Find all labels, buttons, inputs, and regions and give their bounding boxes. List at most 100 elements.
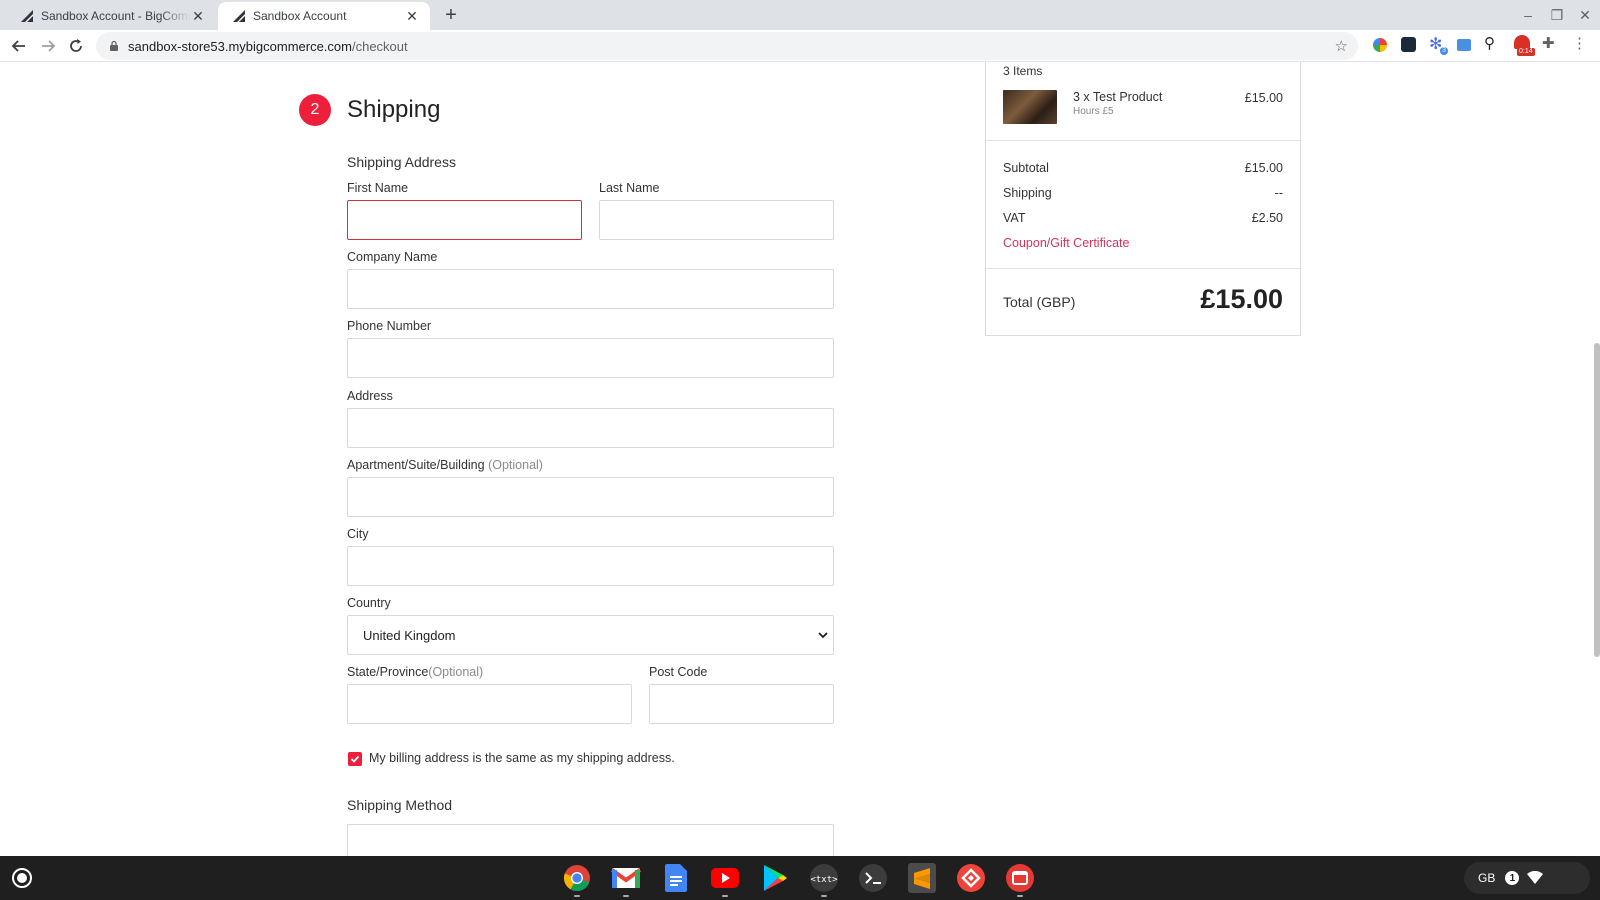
wifi-icon xyxy=(1527,871,1544,884)
state-label-text: State/Province xyxy=(347,665,429,679)
apartment-label-text: Apartment/Suite/Building xyxy=(347,458,485,472)
checkmark-icon xyxy=(350,755,360,763)
page-scrollbar[interactable] xyxy=(1594,343,1600,657)
address-bar[interactable]: sandbox-store53.mybigcommerce.com/checko… xyxy=(96,32,1358,60)
shipping-cost-value: -- xyxy=(1274,186,1283,200)
state-input[interactable] xyxy=(347,684,632,724)
country-select[interactable]: United Kingdom xyxy=(347,615,834,655)
recorder-timer-badge: 0:14 xyxy=(1517,48,1535,56)
bigcommerce-favicon-icon xyxy=(21,10,33,22)
extension-badge-count: 3 xyxy=(1440,47,1448,55)
bigcommerce-favicon-icon xyxy=(233,10,245,22)
extensions-puzzle-icon[interactable]: ✚ xyxy=(1542,34,1560,52)
running-indicator xyxy=(722,895,728,897)
terminal-icon[interactable] xyxy=(857,862,889,894)
subtotal-label: Subtotal xyxy=(1003,161,1049,175)
tab-bigcommerce[interactable]: Sandbox Account - BigCommerce ✕ xyxy=(6,2,216,30)
tab-close-icon[interactable]: ✕ xyxy=(190,8,206,25)
phone-number-label: Phone Number xyxy=(347,319,432,333)
running-indicator xyxy=(1017,895,1023,897)
minimize-icon[interactable]: – xyxy=(1519,6,1537,24)
tab-sandbox-account[interactable]: Sandbox Account ✕ xyxy=(218,2,430,30)
company-name-label: Company Name xyxy=(347,250,438,264)
keyboard-layout-indicator: GB xyxy=(1478,871,1496,885)
lock-icon xyxy=(110,40,118,51)
svg-text:<txt>: <txt> xyxy=(810,875,838,885)
text-editor-icon[interactable]: <txt> xyxy=(808,862,840,894)
running-indicator xyxy=(623,895,629,897)
back-arrow-icon[interactable] xyxy=(8,35,30,57)
apartment-label: Apartment/Suite/Building (Optional) xyxy=(347,458,543,472)
screen-capture-extension-icon[interactable] xyxy=(1401,37,1416,52)
summary-divider xyxy=(986,268,1300,269)
billing-same-checkbox[interactable] xyxy=(348,752,362,766)
gmail-icon[interactable] xyxy=(610,862,642,894)
optional-hint: (Optional) xyxy=(428,665,484,679)
chevron-down-icon xyxy=(818,632,828,639)
bookmark-star-icon[interactable]: ☆ xyxy=(1335,37,1348,55)
items-count: 3 Items xyxy=(1003,64,1043,78)
docs-icon[interactable] xyxy=(660,862,692,894)
tab-title: Sandbox Account - BigCommerce xyxy=(41,9,190,23)
post-code-label: Post Code xyxy=(649,665,708,679)
tab-title: Sandbox Account xyxy=(253,9,347,23)
step-title: Shipping xyxy=(347,96,441,123)
product-name: 3 x Test Product xyxy=(1073,90,1163,104)
color-picker-extension-icon[interactable] xyxy=(1373,38,1387,52)
browser-toolbar: sandbox-store53.mybigcommerce.com/checko… xyxy=(0,30,1600,62)
url-path: /checkout xyxy=(351,38,408,54)
system-shelf: <txt> GB 1 xyxy=(0,856,1600,900)
running-indicator xyxy=(821,895,827,897)
shipping-method-heading: Shipping Method xyxy=(347,797,453,813)
screen-recorder-icon[interactable] xyxy=(1004,862,1036,894)
summary-divider xyxy=(986,140,1300,141)
country-label: Country xyxy=(347,596,391,610)
order-summary: 3 Items 3 x Test Product Hours £5 £15.00… xyxy=(985,62,1301,336)
address-input[interactable] xyxy=(347,408,834,448)
subtotal-value: £15.00 xyxy=(1244,161,1283,175)
shipping-address-heading: Shipping Address xyxy=(347,154,456,170)
status-tray[interactable]: GB 1 xyxy=(1464,862,1590,894)
phone-number-input[interactable] xyxy=(347,338,834,378)
city-label: City xyxy=(347,527,369,541)
youtube-icon[interactable] xyxy=(709,862,741,894)
close-window-icon[interactable]: ✕ xyxy=(1576,6,1594,24)
browser-menu-icon[interactable]: ⋮ xyxy=(1572,34,1587,52)
new-tab-plus-icon[interactable]: + xyxy=(440,4,462,26)
last-name-input[interactable] xyxy=(599,200,834,240)
forward-arrow-icon[interactable] xyxy=(37,35,59,57)
shipping-cost-label: Shipping xyxy=(1003,186,1052,200)
apartment-input[interactable] xyxy=(347,477,834,517)
rocket-extension-icon[interactable]: ⚲ xyxy=(1484,34,1502,52)
tab-manager-extension-icon[interactable] xyxy=(1457,39,1471,51)
total-label: Total (GBP) xyxy=(1003,294,1076,310)
state-label: State/Province(Optional) xyxy=(347,665,483,679)
city-input[interactable] xyxy=(347,546,834,586)
billing-same-label[interactable]: My billing address is the same as my shi… xyxy=(369,751,675,765)
vat-value: £2.50 xyxy=(1251,211,1283,225)
reload-icon[interactable] xyxy=(65,35,87,57)
post-code-input[interactable] xyxy=(649,684,834,724)
company-name-input[interactable] xyxy=(347,269,834,309)
notification-count-badge: 1 xyxy=(1505,871,1520,885)
launcher-icon[interactable] xyxy=(12,868,32,888)
address-label: Address xyxy=(347,389,393,403)
vat-label: VAT xyxy=(1003,211,1026,225)
step-number-badge: 2 xyxy=(299,94,331,126)
last-name-label: Last Name xyxy=(599,181,660,195)
product-option: Hours £5 xyxy=(1073,106,1114,117)
product-price: £15.00 xyxy=(1244,91,1283,105)
coupon-link[interactable]: Coupon/Gift Certificate xyxy=(1003,236,1129,250)
country-selected-value: United Kingdom xyxy=(363,627,456,643)
optional-hint: (Optional) xyxy=(488,458,543,472)
shipping-method-box[interactable] xyxy=(347,824,834,856)
recorder-extension-icon[interactable] xyxy=(1514,35,1530,49)
first-name-input[interactable] xyxy=(347,200,582,240)
restore-icon[interactable]: ❐ xyxy=(1548,6,1566,24)
tab-close-icon[interactable]: ✕ xyxy=(404,8,420,25)
anydesk-icon[interactable] xyxy=(955,862,987,894)
sublime-icon[interactable] xyxy=(906,862,938,894)
chrome-icon[interactable] xyxy=(561,862,593,894)
play-store-icon[interactable] xyxy=(759,862,791,894)
first-name-label: First Name xyxy=(347,181,409,195)
